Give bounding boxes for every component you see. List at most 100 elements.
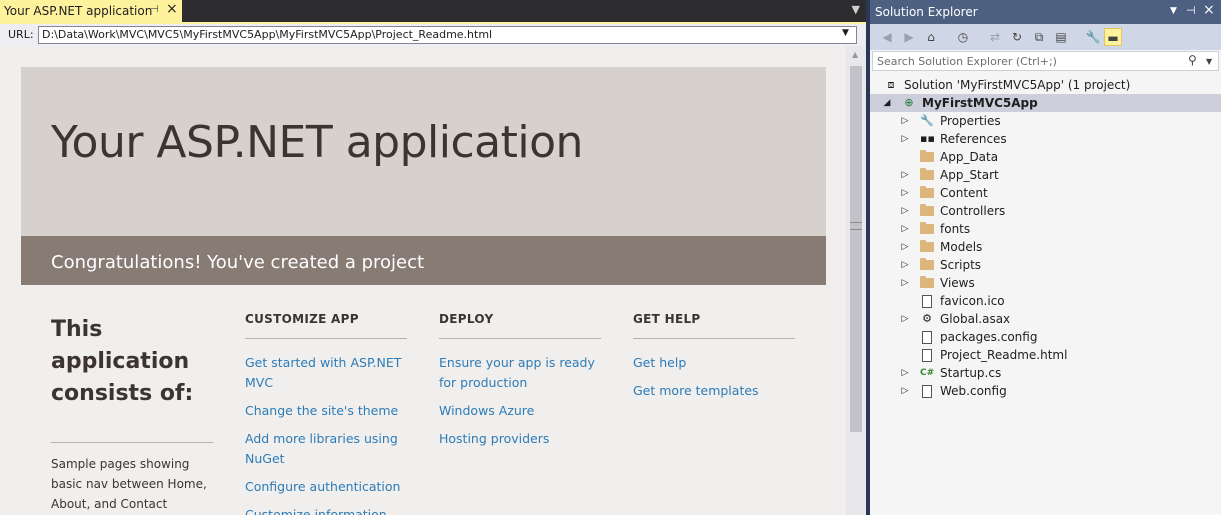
folder-shape bbox=[920, 240, 934, 252]
intro-title: This application consists of: bbox=[51, 317, 194, 406]
folder-icon bbox=[920, 204, 934, 218]
folder-icon bbox=[920, 168, 934, 182]
customize-app-column: CUSTOMIZE APP Get started with ASP.NET M… bbox=[245, 312, 415, 515]
tree-item[interactable]: App_Data bbox=[870, 148, 1221, 166]
tree-item[interactable]: ▷ Models bbox=[870, 238, 1221, 256]
properties-icon[interactable]: 🔧 bbox=[1084, 28, 1102, 46]
link-configure-auth[interactable]: Configure authentication bbox=[245, 477, 410, 497]
url-dropdown-icon[interactable]: ▼ bbox=[842, 28, 849, 38]
banner-text: Congratulations! You've created a projec… bbox=[51, 252, 425, 273]
expand-arrow-icon[interactable]: ▷ bbox=[900, 242, 910, 252]
url-input[interactable]: D:\Data\Work\MVC\MVC5\MyFirstMVC5App\MyF… bbox=[38, 26, 857, 44]
solution-search-input[interactable] bbox=[872, 51, 1219, 71]
search-options-dropdown-icon[interactable]: ▼ bbox=[1206, 57, 1212, 66]
sync-icon[interactable]: ⇄ bbox=[986, 28, 1004, 46]
scroll-thumb[interactable] bbox=[850, 66, 862, 432]
file-shape bbox=[922, 385, 932, 398]
column-heading: DEPLOY bbox=[439, 312, 494, 326]
folder-icon bbox=[920, 186, 934, 200]
solution-explorer-titlebar: Solution Explorer ▼ ⊣ × bbox=[870, 0, 1221, 24]
document-window: Your ASP.NET application ⊣ × ▼ URL: D:\D… bbox=[0, 0, 866, 515]
link-windows-azure[interactable]: Windows Azure bbox=[439, 401, 604, 421]
tree-item[interactable]: ▷ 🔧 Properties bbox=[870, 112, 1221, 130]
tree-item-label: Web.config bbox=[940, 384, 1007, 398]
search-icon[interactable]: ⚲ bbox=[1188, 53, 1197, 67]
expand-arrow-icon[interactable]: ▷ bbox=[900, 134, 910, 144]
show-all-files-icon[interactable]: ▤ bbox=[1052, 28, 1070, 46]
solution-icon: ⧈ bbox=[887, 78, 895, 91]
references-icon: ▪▪ bbox=[920, 132, 935, 145]
tree-item-label: Models bbox=[940, 240, 983, 254]
tree-item-label: MyFirstMVC5App bbox=[922, 96, 1038, 110]
history-icon[interactable]: ◷ bbox=[954, 28, 972, 46]
tree-item[interactable]: ▷ App_Start bbox=[870, 166, 1221, 184]
scroll-up-icon[interactable]: ▲ bbox=[852, 50, 858, 59]
vertical-scrollbar[interactable]: ▲ bbox=[846, 46, 866, 515]
expand-arrow-icon[interactable]: ▷ bbox=[900, 170, 910, 180]
url-bar: URL: D:\Data\Work\MVC\MVC5\MyFirstMVC5Ap… bbox=[0, 24, 866, 46]
expand-arrow-icon[interactable]: ▷ bbox=[900, 224, 910, 234]
expand-arrow-icon[interactable]: ▷ bbox=[900, 116, 910, 126]
tree-item[interactable]: ▷ ▪▪ References bbox=[870, 130, 1221, 148]
expand-arrow-icon[interactable]: ▷ bbox=[900, 278, 910, 288]
divider bbox=[439, 338, 601, 339]
expand-arrow-icon[interactable]: ▷ bbox=[900, 368, 910, 378]
preview-icon[interactable]: ▬ bbox=[1104, 28, 1122, 46]
tree-item[interactable]: packages.config bbox=[870, 328, 1221, 346]
refresh-icon[interactable]: ↻ bbox=[1008, 28, 1026, 46]
tree-item[interactable]: ▷ Views bbox=[870, 274, 1221, 292]
collapse-arrow-icon[interactable]: ◢ bbox=[882, 98, 892, 108]
link-hosting-providers[interactable]: Hosting providers bbox=[439, 429, 604, 449]
tree-item[interactable]: ▷ C# Startup.cs bbox=[870, 364, 1221, 382]
browser-viewport: Your ASP.NET application Congratulations… bbox=[0, 46, 846, 515]
expand-arrow-icon[interactable]: ▷ bbox=[900, 206, 910, 216]
link-change-theme[interactable]: Change the site's theme bbox=[245, 401, 410, 421]
forward-icon[interactable]: ▶ bbox=[900, 28, 918, 46]
tree-item[interactable]: ▷ ⚙ Global.asax bbox=[870, 310, 1221, 328]
expand-arrow-icon[interactable]: ▷ bbox=[900, 386, 910, 396]
tree-item[interactable]: ▷ Controllers bbox=[870, 202, 1221, 220]
link-get-started[interactable]: Get started with ASP.NET MVC bbox=[245, 353, 410, 393]
link-get-more-templates[interactable]: Get more templates bbox=[633, 381, 798, 401]
column-heading: GET HELP bbox=[633, 312, 701, 326]
home-icon[interactable]: ⌂ bbox=[922, 28, 940, 46]
collapse-all-icon[interactable]: ⧉ bbox=[1030, 28, 1048, 46]
tree-item[interactable]: Project_Readme.html bbox=[870, 346, 1221, 364]
tree-item-label: App_Start bbox=[940, 168, 999, 182]
back-icon[interactable]: ◀ bbox=[878, 28, 896, 46]
tab-list-dropdown-icon[interactable]: ▼ bbox=[852, 3, 860, 16]
tree-item[interactable]: ◢ ⊕ MyFirstMVC5App bbox=[870, 94, 1221, 112]
expand-arrow-icon[interactable]: ▷ bbox=[900, 260, 910, 270]
url-label: URL: bbox=[8, 28, 34, 41]
tab-project-readme[interactable]: Your ASP.NET application ⊣ × bbox=[0, 0, 182, 22]
link-add-libraries[interactable]: Add more libraries using NuGet bbox=[245, 429, 410, 469]
auto-hide-pin-icon[interactable]: ⊣ bbox=[1186, 4, 1196, 17]
congrats-banner: Congratulations! You've created a projec… bbox=[21, 236, 826, 285]
link-get-help[interactable]: Get help bbox=[633, 353, 798, 373]
close-panel-icon[interactable]: × bbox=[1203, 2, 1215, 18]
close-tab-icon[interactable]: × bbox=[166, 1, 178, 17]
tree-item[interactable]: ▷ Web.config bbox=[870, 382, 1221, 400]
file-shape bbox=[922, 295, 932, 308]
tree-item[interactable]: ⧈ Solution 'MyFirstMVC5App' (1 project) bbox=[870, 76, 1221, 94]
global-asax-icon: ⚙ bbox=[922, 312, 932, 325]
tree-item[interactable]: favicon.ico bbox=[870, 292, 1221, 310]
file-shape bbox=[922, 331, 932, 344]
divider bbox=[51, 442, 213, 443]
link-ensure-ready[interactable]: Ensure your app is ready for production bbox=[439, 353, 604, 393]
expand-arrow-icon[interactable]: ▷ bbox=[900, 314, 910, 324]
vs-ide-window: Your ASP.NET application ⊣ × ▼ URL: D:\D… bbox=[0, 0, 1221, 515]
tree-item[interactable]: ▷ Scripts bbox=[870, 256, 1221, 274]
scroll-grip-icon bbox=[850, 222, 862, 230]
tree-item-label: Properties bbox=[940, 114, 1001, 128]
tree-item[interactable]: ▷ fonts bbox=[870, 220, 1221, 238]
web-project-icon: ⊕ bbox=[904, 96, 914, 109]
tree-item[interactable]: ▷ Content bbox=[870, 184, 1221, 202]
tab-title: Your ASP.NET application bbox=[4, 4, 153, 18]
file-shape bbox=[922, 349, 932, 362]
folder-icon bbox=[920, 240, 934, 254]
window-position-dropdown-icon[interactable]: ▼ bbox=[1170, 6, 1177, 16]
pin-tab-icon[interactable]: ⊣ bbox=[150, 4, 159, 15]
link-customize-info[interactable]: Customize information bbox=[245, 505, 410, 515]
expand-arrow-icon[interactable]: ▷ bbox=[900, 188, 910, 198]
